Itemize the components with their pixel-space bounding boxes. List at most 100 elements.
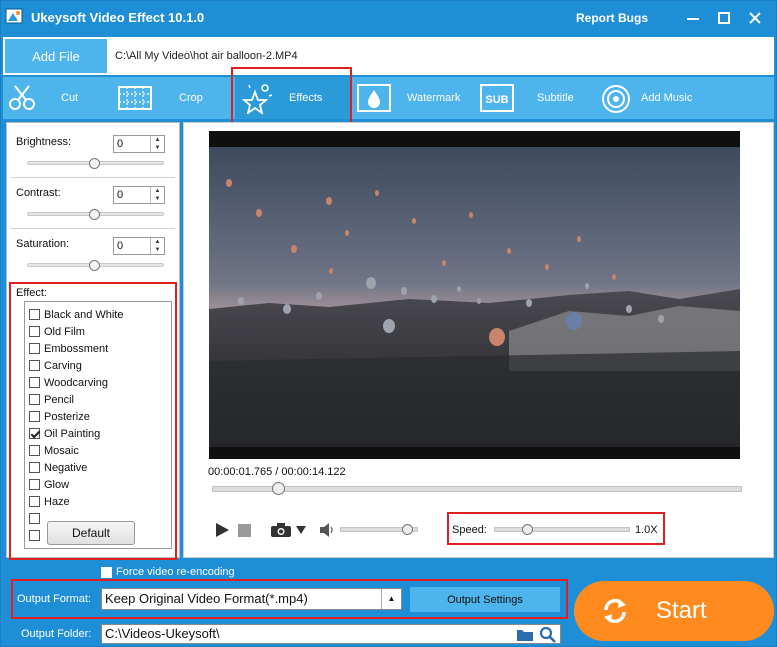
checkbox[interactable] <box>29 530 40 541</box>
effect-label: Posterize <box>44 410 90 423</box>
effect-item-posterize[interactable]: Posterize <box>29 408 90 425</box>
effect-item-haze[interactable]: Haze <box>29 493 70 510</box>
tab-watermark[interactable]: Watermark <box>353 77 473 119</box>
folder-icon[interactable] <box>516 627 534 642</box>
checkbox[interactable] <box>29 462 40 473</box>
effect-item-oil-painting[interactable]: Oil Painting <box>29 425 100 442</box>
crop-icon <box>118 86 152 110</box>
stop-icon[interactable] <box>238 524 251 537</box>
saturation-slider-thumb[interactable] <box>89 260 100 271</box>
effect-item-old-film[interactable]: Old Film <box>29 323 85 340</box>
saturation-value: 0 <box>117 240 124 252</box>
playback-time: 00:00:01.765 / 00:00:14.122 <box>208 466 346 478</box>
close-icon <box>749 12 761 24</box>
effect-item-black-and-white[interactable]: Black and White <box>29 306 123 323</box>
effect-label: Woodcarving <box>44 376 108 389</box>
effect-item-glow[interactable]: Glow <box>29 476 69 493</box>
effect-label: Carving <box>44 359 82 372</box>
effect-item-embossment[interactable]: Embossment <box>29 340 108 357</box>
spin-down-icon[interactable]: ▼ <box>151 195 164 203</box>
watermark-icon <box>357 84 391 112</box>
tab-subtitle-label: Subtitle <box>537 92 574 104</box>
minimize-icon <box>687 18 699 20</box>
effect-group: Effect: Black and White Old Film Embossm… <box>10 281 176 557</box>
checkbox-checked[interactable] <box>29 428 40 439</box>
checkbox[interactable] <box>29 394 40 405</box>
checkbox[interactable] <box>29 513 40 524</box>
output-format-value: Keep Original Video Format(*.mp4) <box>105 591 308 606</box>
app-logo-icon <box>5 8 23 24</box>
brightness-slider-thumb[interactable] <box>89 158 100 169</box>
checkbox[interactable] <box>29 496 40 507</box>
effect-item-carving[interactable]: Carving <box>29 357 82 374</box>
brightness-spinner[interactable]: ▲ ▼ <box>150 136 164 152</box>
checkbox[interactable] <box>29 445 40 456</box>
tab-crop[interactable]: Crop <box>113 77 233 119</box>
video-preview[interactable] <box>209 131 740 459</box>
brightness-input[interactable]: 0 ▲ ▼ <box>113 135 165 153</box>
effect-item-mosaic[interactable]: Mosaic <box>29 442 79 459</box>
checkbox[interactable] <box>101 566 112 578</box>
force-reencode-label: Force video re-encoding <box>116 566 235 578</box>
speed-thumb[interactable] <box>522 524 533 535</box>
checkbox[interactable] <box>29 479 40 490</box>
tab-add-music[interactable]: Add Music <box>595 77 715 119</box>
effect-item-partial[interactable] <box>29 527 44 544</box>
volume-thumb[interactable] <box>402 524 413 535</box>
file-path: C:\All My Video\hot air balloon-2.MP4 <box>115 50 298 62</box>
output-folder-field[interactable]: C:\Videos-Ukeysoft\ <box>101 624 561 644</box>
report-bugs-link[interactable]: Report Bugs <box>576 11 648 25</box>
effect-list: Black and White Old Film Embossment Carv… <box>24 301 172 549</box>
effect-label: Pencil <box>44 393 74 406</box>
minimize-button[interactable] <box>681 7 705 29</box>
play-icon[interactable] <box>214 522 230 538</box>
speed-slider[interactable] <box>494 527 630 532</box>
effect-label: Oil Painting <box>44 427 101 440</box>
seek-bar[interactable] <box>212 486 742 492</box>
saturation-spinner[interactable]: ▲ ▼ <box>150 238 164 254</box>
tab-bar: Cut Crop Effects Watermark SUB Subtitle … <box>3 77 774 119</box>
checkbox[interactable] <box>29 343 40 354</box>
effect-label: Old Film <box>44 325 85 338</box>
checkbox[interactable] <box>29 326 40 337</box>
default-button[interactable]: Default <box>47 521 135 545</box>
search-icon[interactable] <box>539 626 556 643</box>
effect-label: Negative <box>44 461 88 474</box>
checkbox[interactable] <box>29 309 40 320</box>
contrast-input[interactable]: 0 ▲ ▼ <box>113 186 165 204</box>
chevron-up-icon[interactable]: ▲ <box>381 589 401 609</box>
checkbox[interactable] <box>29 377 40 388</box>
cut-icon <box>9 85 35 110</box>
seek-thumb[interactable] <box>272 482 285 495</box>
start-button[interactable]: Start <box>574 581 774 641</box>
output-format-select[interactable]: Keep Original Video Format(*.mp4) ▲ <box>101 588 402 610</box>
contrast-slider-thumb[interactable] <box>89 209 100 220</box>
spin-down-icon[interactable]: ▼ <box>151 246 164 254</box>
saturation-input[interactable]: 0 ▲ ▼ <box>113 237 165 255</box>
tab-effects[interactable]: Effects <box>235 77 351 119</box>
start-label: Start <box>656 597 707 624</box>
effect-item-negative[interactable]: Negative <box>29 459 87 476</box>
tab-cut[interactable]: Cut <box>3 77 113 119</box>
camera-icon[interactable] <box>270 522 292 538</box>
output-folder-label: Output Folder: <box>21 628 92 640</box>
tab-subtitle[interactable]: SUB Subtitle <box>473 77 595 119</box>
tab-add-music-label: Add Music <box>641 92 693 104</box>
contrast-spinner[interactable]: ▲ ▼ <box>150 187 164 203</box>
spin-down-icon[interactable]: ▼ <box>151 144 164 152</box>
output-folder-value: C:\Videos-Ukeysoft\ <box>105 626 220 641</box>
brightness-label: Brightness: <box>16 136 72 148</box>
effect-item-woodcarving[interactable]: Woodcarving <box>29 374 108 391</box>
chevron-down-icon[interactable] <box>296 526 306 534</box>
volume-icon[interactable] <box>320 523 336 537</box>
force-reencode-checkbox[interactable]: Force video re-encoding <box>101 566 235 578</box>
checkbox[interactable] <box>29 411 40 422</box>
close-button[interactable] <box>743 7 767 29</box>
checkbox[interactable] <box>29 360 40 371</box>
add-file-button[interactable]: Add File <box>5 39 107 73</box>
output-settings-button[interactable]: Output Settings <box>410 587 560 612</box>
maximize-button[interactable] <box>712 7 736 29</box>
file-row: Add File C:\All My Video\hot air balloon… <box>3 37 774 75</box>
effect-item-pencil[interactable]: Pencil <box>29 391 74 408</box>
effect-item-partial[interactable] <box>29 510 44 527</box>
